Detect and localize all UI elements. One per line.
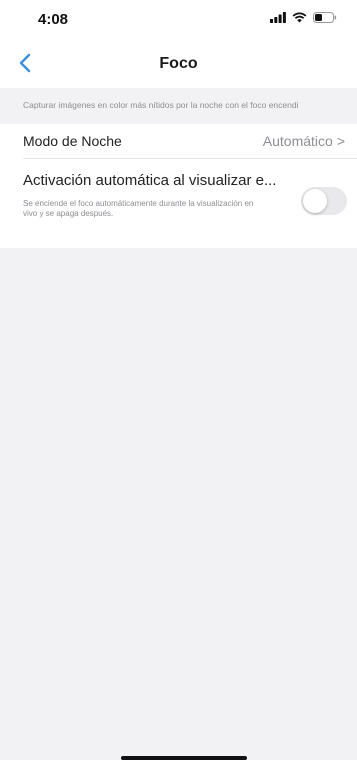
battery-icon (313, 12, 337, 23)
signal-icon (270, 12, 286, 23)
toggle-knob (303, 189, 327, 213)
night-mode-value-group: Automático > (263, 133, 345, 149)
auto-activation-row: Activación automática al visualizar e...… (0, 159, 357, 248)
night-mode-value: Automático (262, 133, 333, 149)
status-icons (270, 12, 337, 23)
wifi-icon (292, 12, 307, 23)
night-mode-label: Modo de Noche (23, 133, 122, 149)
auto-activation-title: Activación automática al visualizar e... (23, 172, 277, 189)
night-mode-row[interactable]: Modo de Noche Automático > (0, 124, 357, 158)
chevron-right-icon: > (336, 133, 345, 149)
nav-bar: Foco (0, 40, 357, 88)
page-title: Foco (159, 55, 198, 72)
settings-card: Modo de Noche Automático > Activación au… (0, 124, 357, 248)
auto-activation-description: Se enciende el foco automáticamente dura… (23, 199, 254, 218)
auto-activation-toggle[interactable] (301, 187, 347, 215)
section-caption: Capturar imágenes en color más nítidos p… (23, 100, 299, 110)
status-time: 4:08 (38, 11, 69, 28)
home-indicator (121, 756, 247, 760)
status-bar: 4:08 (0, 0, 357, 40)
